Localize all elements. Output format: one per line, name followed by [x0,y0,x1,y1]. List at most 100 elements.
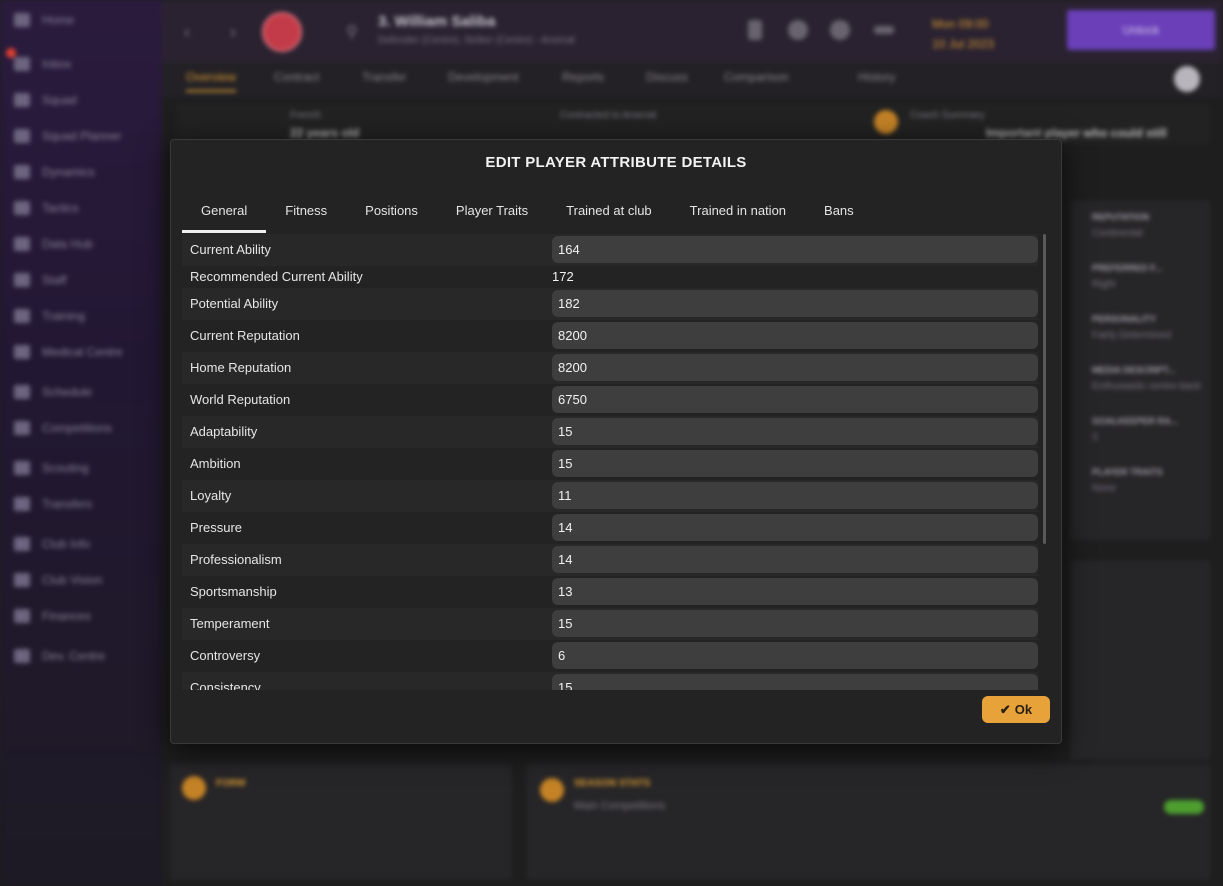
sidebar-item-data-hub[interactable]: Data Hub [14,234,93,254]
subnav-development[interactable]: Development [448,70,519,84]
player-info-item: GOALKEEPER RA... 3 [1092,416,1178,443]
sidebar-item-squad[interactable]: Squad [14,90,77,110]
subnav-reports[interactable]: Reports [562,70,604,84]
staff-avatar[interactable] [1174,66,1200,92]
tab-trained-in-nation[interactable]: Trained in nation [671,198,805,232]
attribute-value-field[interactable]: 6750 [552,386,1038,413]
attribute-value-field[interactable]: 15 [552,610,1038,637]
attribute-value-field[interactable]: 6 [552,642,1038,669]
attribute-value-field[interactable]: 13 [552,578,1038,605]
sidebar-item-finances[interactable]: Finances [14,606,91,626]
attribute-value-field[interactable]: 164 [552,236,1038,263]
attribute-value-field[interactable]: 15 [552,674,1038,690]
subnav-contract[interactable]: Contract [274,70,319,84]
sidebar-item-home[interactable]: Home [14,10,74,30]
sidebar-item-dynamics[interactable]: Dynamics [14,162,95,182]
player-info-value: Enthusiastic centre-back [1092,381,1201,392]
sidebar-item-competitions[interactable]: Competitions [14,418,112,438]
player-info-value: Fairly Determined [1092,330,1171,341]
tab-positions[interactable]: Positions [346,198,437,232]
sidebar-item-club-vision[interactable]: Club Vision [14,570,102,590]
attribute-list-scrollbar[interactable] [1043,234,1046,544]
sidebar-icon [14,345,30,359]
attribute-row: Temperament 15 [182,608,1038,640]
sidebar: Home Inbox Squad Squad Planner Dynamics Tacti… [0,0,162,886]
sidebar-item-label: Club Info [42,537,91,551]
settings-icon[interactable] [788,20,808,40]
player-info-heading: MEDIA DESCRIPT... [1092,365,1176,375]
ok-button-label: Ok [1014,702,1033,717]
continue-button[interactable]: Unlock [1067,10,1215,50]
sidebar-item-scouting[interactable]: Scouting [14,458,89,478]
attribute-value-field[interactable]: 15 [552,450,1038,477]
sidebar-item-staff[interactable]: Staff [14,270,66,290]
player-info-value: 3 [1092,432,1098,443]
sidebar-item-transfers[interactable]: Transfers [14,494,92,514]
sub-navigation: Overview Contract Transfer Development R… [162,62,1223,98]
player-info-heading: PLAYER TRAITS [1092,467,1163,477]
attribute-label: Professionalism [190,552,282,567]
attribute-value-field[interactable]: 8200 [552,322,1038,349]
subnav-discuss[interactable]: Discuss [646,70,688,84]
game-date: Mon 09:00 10 Jul 2023 [932,14,994,54]
dialog-title: EDIT PLAYER ATTRIBUTE DETAILS [485,154,747,171]
sidebar-icon [14,461,30,475]
subnav-transfer[interactable]: Transfer [362,70,406,84]
attribute-label: Pressure [190,520,243,535]
sidebar-item-club-info[interactable]: Club Info [14,534,90,554]
attribute-label: Potential Ability [190,296,279,311]
player-info-value: Continental [1092,228,1143,239]
search-icon[interactable]: ⚲ [346,22,358,42]
tab-fitness[interactable]: Fitness [266,198,346,232]
tab-general[interactable]: General [182,198,267,233]
attribute-value-field[interactable]: 8200 [552,354,1038,381]
edit-icon[interactable] [748,20,762,40]
attribute-label: Adaptability [190,424,258,439]
sidebar-item-label: Dynamics [42,165,95,179]
attribute-value-field[interactable]: 15 [552,418,1038,445]
tab-bans[interactable]: Bans [805,198,873,232]
sidebar-item-label: Club Vision [42,573,103,587]
nationality: French [290,110,322,121]
attribute-row: Sportsmanship 13 [182,576,1038,608]
sidebar-icon [14,201,30,215]
sidebar-icon [14,421,30,435]
tab-player-traits[interactable]: Player Traits [437,198,547,232]
attribute-value-field[interactable]: 14 [552,514,1038,541]
player-info-panel: REPUTATION Continental PREFERRED F... Right… [1070,200,1211,540]
subnav-comparison[interactable]: Comparison [724,70,789,84]
subnav-history[interactable]: History [858,70,895,84]
sidebar-item-dev-centre[interactable]: Dev. Centre [14,646,105,666]
tab-trained-at-club[interactable]: Trained at club [547,198,671,232]
player-info-value: None [1092,483,1116,494]
sidebar-item-squad-planner[interactable]: Squad Planner [14,126,121,146]
ok-button[interactable]: ✔ Ok [982,696,1050,723]
attribute-row: Current Reputation 8200 [182,320,1038,352]
player-info-item: PLAYER TRAITS None [1092,467,1163,494]
attribute-label: Temperament [190,616,270,631]
sidebar-item-medical-centre[interactable]: Medical Centre [14,342,123,362]
help-icon[interactable] [830,20,850,40]
attribute-value-field[interactable]: 11 [552,482,1038,509]
attribute-row: World Reputation 6750 [182,384,1038,416]
player-info-heading: PERSONALITY [1092,314,1157,324]
sidebar-item-schedule[interactable]: Schedule [14,382,92,402]
attribute-value-field[interactable]: 14 [552,546,1038,573]
attribute-row: Home Reputation 8200 [182,352,1038,384]
more-icon[interactable] [874,26,894,34]
attribute-value-field[interactable]: 182 [552,290,1038,317]
attribute-row: Pressure 14 [182,512,1038,544]
sidebar-item-training[interactable]: Training [14,306,85,326]
sidebar-icon [14,537,30,551]
player-info-item: REPUTATION Continental [1092,212,1149,239]
sidebar-item-label: Transfers [42,497,93,511]
subnav-overview[interactable]: Overview [186,70,237,92]
sidebar-item-label: Squad Planner [42,129,122,143]
sidebar-item-tactics[interactable]: Tactics [14,198,79,218]
sidebar-item-inbox[interactable]: Inbox [14,54,71,74]
coach-summary-label: Coach Summary [910,110,985,121]
attribute-row: Controversy 6 [182,640,1038,672]
forward-arrow-icon[interactable]: › [230,22,236,43]
sidebar-item-label: Tactics [42,201,79,215]
back-arrow-icon[interactable]: ‹ [184,22,190,43]
